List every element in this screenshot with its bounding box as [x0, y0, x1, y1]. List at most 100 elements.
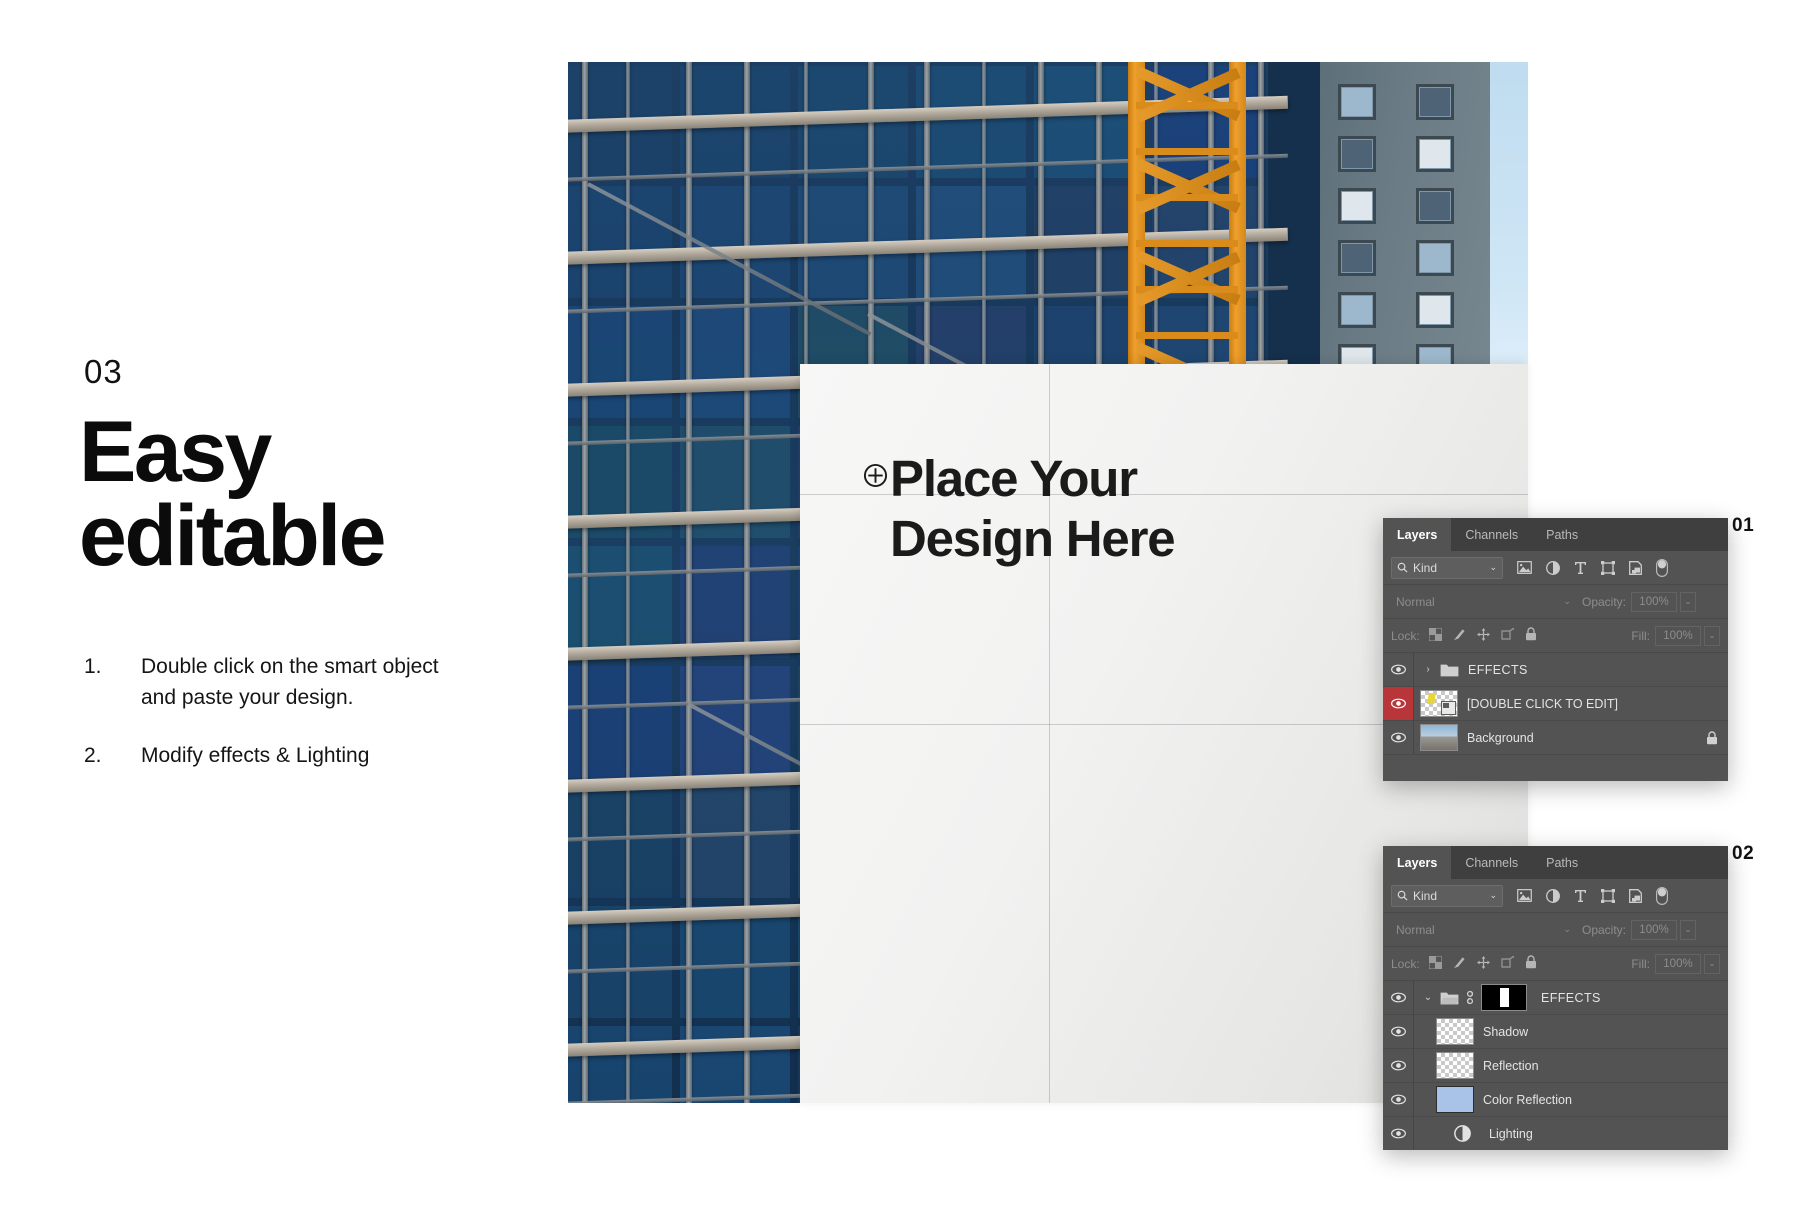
smart-object-filter-icon[interactable]	[1629, 560, 1642, 575]
layer-visibility-toggle[interactable]	[1383, 1083, 1414, 1116]
filter-kind-label: Kind	[1413, 888, 1438, 903]
layer-visibility-toggle[interactable]	[1383, 653, 1414, 686]
table-row[interactable]: [DOUBLE CLICK TO EDIT]	[1383, 687, 1728, 721]
layer-thumbnail[interactable]	[1420, 724, 1458, 751]
chevron-down-icon: ⌄	[1563, 596, 1571, 606]
lock-label: Lock:	[1391, 956, 1420, 971]
tower-window	[1338, 292, 1376, 328]
fill-input[interactable]: 100%	[1655, 625, 1701, 646]
tab-layers[interactable]: Layers	[1383, 518, 1452, 551]
blend-mode-bar: Normal ⌄ Opacity: 100% ⌄	[1383, 585, 1728, 619]
group-twirl-icon[interactable]: ⌄	[1422, 992, 1434, 1003]
poster-canvas: 03 Easy editable 1. Double click on the …	[0, 0, 1820, 1214]
layer-visibility-toggle[interactable]	[1383, 1015, 1414, 1048]
layer-thumbnail[interactable]	[1436, 1086, 1474, 1113]
layer-visibility-toggle[interactable]	[1383, 1117, 1414, 1150]
layer-thumbnail[interactable]	[1420, 690, 1458, 717]
layer-thumbnail[interactable]	[1436, 1052, 1474, 1079]
lock-transparent-pixels-icon[interactable]	[1428, 954, 1443, 972]
chevron-down-icon: ⌄	[1489, 890, 1497, 900]
eye-icon	[1390, 1094, 1406, 1105]
fill-stepper-chevron-icon[interactable]: ⌄	[1704, 953, 1720, 974]
tower-window	[1338, 240, 1376, 276]
billboard-placeholder-text: Place Your Design Here	[890, 453, 1176, 564]
list-item-text: Double click on the smart object and pas…	[141, 654, 439, 710]
tab-paths[interactable]: Paths	[1532, 846, 1593, 879]
crosshair-plus-icon	[863, 463, 888, 488]
table-row[interactable]: Color Reflection	[1383, 1083, 1728, 1117]
tab-channels[interactable]: Channels	[1451, 518, 1533, 551]
opacity-stepper-chevron-icon[interactable]: ⌄	[1680, 919, 1697, 940]
shape-layer-filter-icon[interactable]	[1601, 560, 1615, 575]
blend-mode-value: Normal	[1396, 922, 1435, 937]
instruction-list: 1. Double click on the smart object and …	[84, 651, 504, 773]
layer-visibility-toggle[interactable]	[1383, 1049, 1414, 1082]
tower-window	[1416, 136, 1454, 172]
lock-position-icon[interactable]	[1476, 627, 1490, 644]
filter-kind-dropdown[interactable]: Kind ⌄	[1391, 884, 1503, 907]
adjustment-layer-filter-icon[interactable]	[1546, 560, 1560, 575]
table-row[interactable]: › EFFECTS	[1383, 653, 1728, 687]
blend-mode-bar: Normal ⌄ Opacity: 100% ⌄	[1383, 913, 1728, 947]
table-row[interactable]: ⌄ EFFECTS	[1383, 981, 1728, 1015]
adjustment-layer-filter-icon[interactable]	[1546, 888, 1560, 903]
tab-layers[interactable]: Layers	[1383, 846, 1452, 879]
blend-mode-value: Normal	[1396, 594, 1435, 609]
layer-thumbnail[interactable]	[1436, 1018, 1474, 1045]
lock-image-pixels-icon[interactable]	[1453, 628, 1466, 644]
blend-mode-dropdown[interactable]: Normal ⌄	[1391, 592, 1576, 611]
layers-panel-01[interactable]: Layers Channels Paths Kind ⌄ Normal ⌄ Op…	[1383, 518, 1728, 781]
lock-image-pixels-icon[interactable]	[1453, 956, 1466, 972]
fill-stepper-chevron-icon[interactable]: ⌄	[1704, 625, 1720, 646]
blend-mode-dropdown[interactable]: Normal ⌄	[1391, 920, 1576, 939]
filter-toggle-switch-icon[interactable]	[1656, 886, 1668, 905]
lock-artboard-nesting-icon[interactable]	[1501, 955, 1514, 972]
lock-position-icon[interactable]	[1476, 955, 1490, 972]
scaffold-net-panel	[680, 306, 790, 418]
type-layer-filter-icon[interactable]	[1574, 889, 1587, 903]
fill-input[interactable]: 100%	[1655, 953, 1701, 974]
layer-name: Shadow	[1483, 1024, 1529, 1039]
layers-panel-02[interactable]: Layers Channels Paths Kind ⌄ Normal ⌄ Op…	[1383, 846, 1728, 1150]
table-row[interactable]: Reflection	[1383, 1049, 1728, 1083]
opacity-label: Opacity:	[1582, 922, 1627, 937]
layer-visibility-toggle[interactable]	[1383, 687, 1414, 720]
lock-all-icon[interactable]	[1525, 627, 1537, 644]
opacity-stepper-chevron-icon[interactable]: ⌄	[1680, 591, 1697, 612]
mask-link-icon[interactable]	[1465, 990, 1475, 1005]
shape-layer-filter-icon[interactable]	[1601, 888, 1615, 903]
folder-open-icon	[1440, 990, 1459, 1005]
pixel-layer-filter-icon[interactable]	[1517, 561, 1532, 574]
tab-channels[interactable]: Channels	[1451, 846, 1533, 879]
type-layer-filter-icon[interactable]	[1574, 561, 1587, 575]
table-row[interactable]: Lighting	[1383, 1117, 1728, 1150]
adjustment-layer-icon[interactable]	[1454, 1125, 1471, 1142]
tab-paths[interactable]: Paths	[1532, 518, 1593, 551]
scaffold-pole	[626, 62, 630, 1103]
layer-visibility-toggle[interactable]	[1383, 721, 1414, 754]
filter-toggle-switch-icon[interactable]	[1656, 558, 1668, 577]
lock-artboard-nesting-icon[interactable]	[1501, 627, 1514, 644]
lock-all-icon[interactable]	[1525, 955, 1537, 972]
group-twirl-icon[interactable]: ›	[1422, 664, 1434, 675]
opacity-input[interactable]: 100%	[1631, 919, 1678, 940]
crane-rung	[1136, 240, 1238, 247]
opacity-label: Opacity:	[1582, 594, 1627, 609]
layer-name: Lighting	[1489, 1126, 1533, 1141]
layer-mask-thumbnail[interactable]	[1481, 984, 1527, 1011]
table-row[interactable]: Shadow	[1383, 1015, 1728, 1049]
layer-filter-bar: Kind ⌄	[1383, 551, 1728, 585]
filter-kind-dropdown[interactable]: Kind ⌄	[1391, 556, 1503, 579]
smart-object-filter-icon[interactable]	[1629, 888, 1642, 903]
step-number: 03	[84, 353, 123, 390]
search-icon	[1397, 890, 1408, 901]
layer-visibility-toggle[interactable]	[1383, 981, 1414, 1014]
panel-footer	[1383, 755, 1728, 781]
table-row[interactable]: Background	[1383, 721, 1728, 755]
opacity-input[interactable]: 100%	[1631, 591, 1678, 612]
lock-transparent-pixels-icon[interactable]	[1428, 626, 1443, 644]
pixel-layer-filter-icon[interactable]	[1517, 889, 1532, 902]
scaffold-net-panel	[680, 786, 790, 898]
eye-icon	[1390, 1060, 1406, 1071]
fill-label: Fill:	[1631, 956, 1650, 971]
